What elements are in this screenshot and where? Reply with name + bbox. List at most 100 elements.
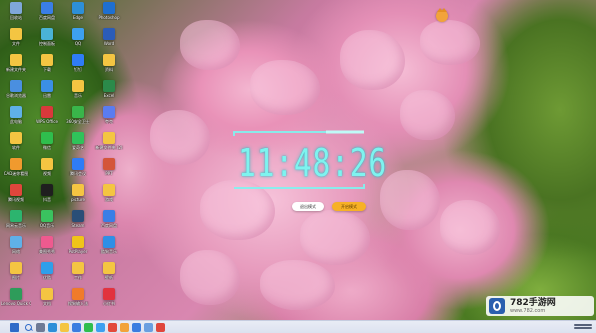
desktop-shortcut-label: 视频	[43, 171, 51, 176]
app-icon	[41, 2, 53, 14]
folder-icon	[10, 262, 22, 274]
app-icon	[41, 132, 53, 144]
desktop-shortcut-label: QQ音乐	[39, 223, 55, 228]
fox-tray-icon[interactable]	[436, 8, 448, 22]
wallpaper-petal	[180, 250, 240, 305]
clock-button-row: 退出模式 开启模式	[292, 202, 374, 212]
watermark-logo-icon	[489, 298, 505, 314]
folder-icon	[41, 54, 53, 66]
desktop-shortcut-label: 音乐	[74, 93, 82, 98]
desktop-shortcut-label: 谷歌浏览器	[6, 93, 26, 98]
app-icon	[10, 158, 22, 170]
desktop-shortcut-label: 控制面板	[39, 41, 55, 46]
app-icon	[10, 184, 22, 196]
this-pc-icon	[10, 106, 22, 118]
app-icon	[103, 158, 115, 170]
desktop-shortcut-label: 资料	[105, 67, 113, 72]
folder-icon	[72, 262, 84, 274]
folder-icon	[41, 288, 53, 300]
folder-icon	[10, 28, 22, 40]
start-icon[interactable]	[10, 323, 19, 332]
desktop-shortcut-label: 网络	[12, 249, 20, 254]
desktop-shortcut-label: 回收站	[10, 15, 22, 20]
desktop-shortcut[interactable]: 小红书	[94, 288, 124, 318]
app-icon	[72, 54, 84, 66]
site-watermark: 782手游网 www.782.com	[486, 296, 594, 316]
app-icon	[103, 106, 115, 118]
qq-icon[interactable]	[96, 323, 105, 332]
desktop-icon-grid: 回收站 文件 新建文件夹 谷歌浏览器 此电脑 软件 CAD迷你看图 腾讯视频 网易云音乐 网络 图片…	[0, 0, 160, 318]
desktop-shortcut-label: QQ	[74, 41, 82, 46]
recycle-bin-icon	[10, 2, 22, 14]
network-icon	[10, 236, 22, 248]
wechat-icon[interactable]	[84, 323, 93, 332]
folder-icon	[72, 184, 84, 196]
app-icon	[103, 236, 115, 248]
app-icon	[72, 236, 84, 248]
app-icon	[41, 210, 53, 222]
desktop-shortcut-label: Edge	[72, 15, 84, 20]
desktop-shortcut-label: 下载	[43, 67, 51, 72]
wallpaper-petal	[440, 200, 500, 255]
desktop-shortcut-label: Excel	[103, 93, 115, 98]
desktop-shortcut-label: 新建文件夹 (2)	[95, 145, 123, 150]
desktop-shortcut-label: Steam	[71, 223, 85, 228]
folder-icon	[41, 158, 53, 170]
desktop-shortcut-label: 酷狗音乐	[101, 249, 117, 254]
search-icon[interactable]	[24, 323, 33, 332]
wallpaper-petal	[400, 90, 455, 140]
desktop-shortcut-label: 百度网盘	[39, 15, 55, 20]
desktop-shortcut-label: 文档	[43, 301, 51, 306]
app-icon	[103, 210, 115, 222]
photos-icon[interactable]	[144, 323, 153, 332]
app-icon	[41, 236, 53, 248]
wallpaper-petal	[420, 20, 480, 65]
folder-icon	[103, 132, 115, 144]
clock-time: 11:48:26	[238, 141, 388, 185]
mail-icon[interactable]	[132, 323, 141, 332]
wallpaper-petal	[260, 260, 335, 310]
desktop-shortcut-label: 新建文件夹	[6, 67, 26, 72]
watermark-text: 782手游网	[510, 298, 556, 308]
desktop-shortcut[interactable]: 文档	[32, 288, 62, 318]
edge-icon[interactable]	[48, 323, 57, 332]
desktop-shortcut-label: 软件	[12, 145, 20, 150]
desktop-shortcut-label: 工作	[74, 275, 82, 280]
desktop-shortcut-label: 文件	[12, 41, 20, 46]
app-icon	[72, 28, 84, 40]
exit-mode-button[interactable]: 退出模式	[292, 202, 324, 211]
folder-icon	[103, 262, 115, 274]
desktop-shortcut-label: PotPlayer	[68, 249, 88, 254]
app-icon	[103, 80, 115, 92]
folder-icon	[103, 184, 115, 196]
music-icon[interactable]	[156, 323, 165, 332]
wallpaper-petal	[180, 20, 240, 70]
start-mode-button[interactable]: 开启模式	[332, 202, 366, 211]
folder-icon	[103, 54, 115, 66]
folder-icon	[10, 132, 22, 144]
app-icon	[72, 158, 84, 170]
desktop-shortcut-label: 爱奇艺	[72, 145, 84, 150]
app-icon	[72, 2, 84, 14]
chrome-icon[interactable]	[108, 323, 117, 332]
tray-clock[interactable]	[574, 323, 592, 332]
folder-icon	[10, 54, 22, 66]
task-view-icon[interactable]	[36, 323, 45, 332]
fox-app-icon[interactable]	[120, 323, 129, 332]
clock-widget: 11:48:26 退出模式 开启模式	[230, 130, 388, 220]
store-icon[interactable]	[72, 323, 81, 332]
desktop-shortcut-label: 图片	[12, 275, 20, 280]
file-explorer-icon[interactable]	[60, 323, 69, 332]
desktop-shortcut[interactable]: 搜狗输入法	[63, 288, 93, 318]
app-icon	[72, 106, 84, 118]
desktop-shortcut-label: WPS Office	[36, 119, 58, 124]
app-icon	[41, 262, 53, 274]
desktop-shortcut[interactable]: Lenovo Quick Clean	[1, 288, 31, 318]
app-icon	[41, 80, 53, 92]
app-icon	[103, 288, 115, 300]
wallpaper-petal	[380, 170, 440, 230]
desktop-shortcut-label: 美图秀秀	[39, 249, 55, 254]
taskbar	[0, 320, 596, 333]
app-icon	[103, 2, 115, 14]
control-panel-icon	[41, 28, 53, 40]
